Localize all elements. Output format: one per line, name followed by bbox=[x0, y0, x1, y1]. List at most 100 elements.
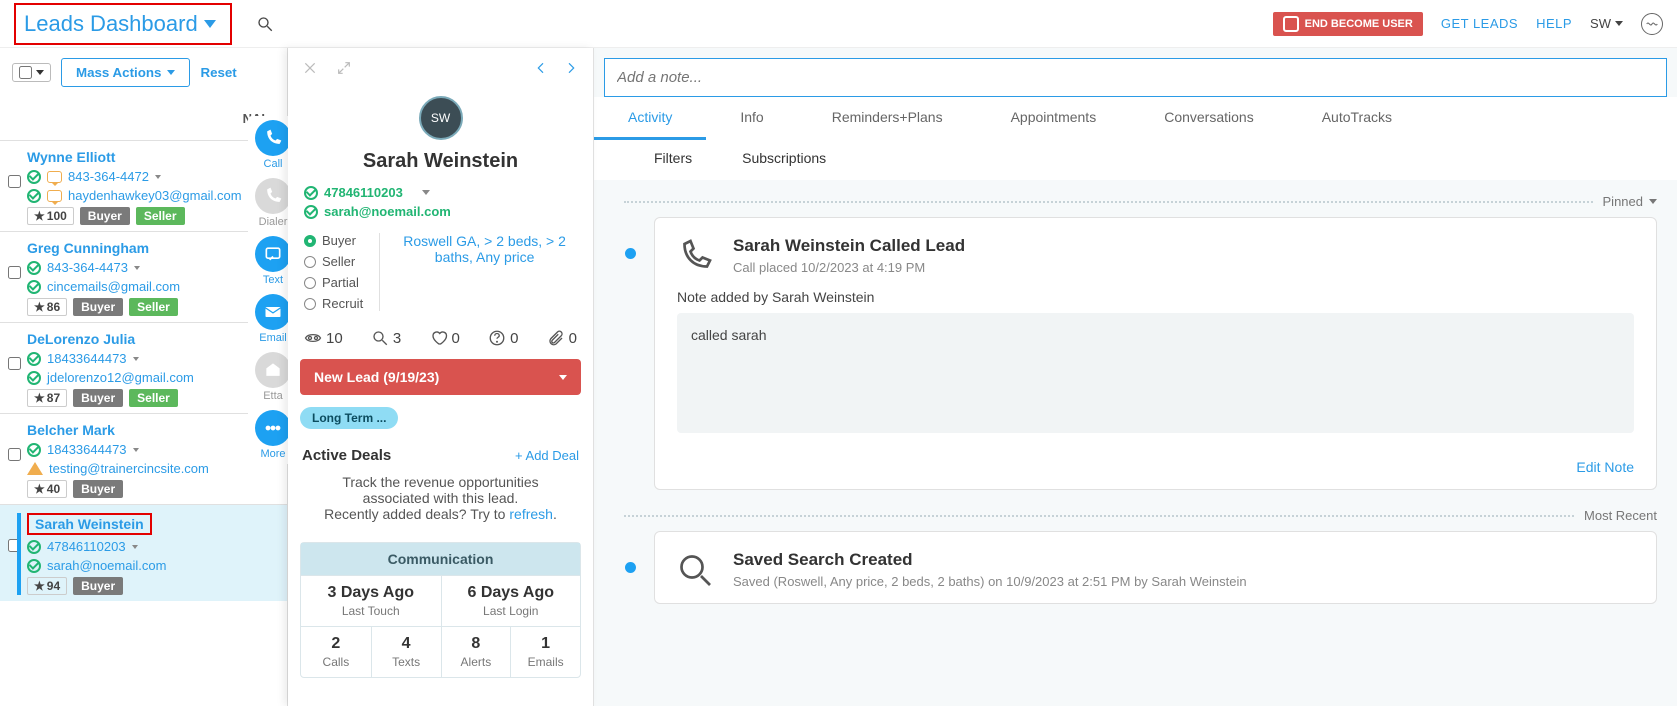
search-criteria[interactable]: Roswell GA, > 2 beds, > 2 baths, Any pri… bbox=[392, 233, 577, 311]
rail-label: Email bbox=[259, 332, 287, 344]
activity-card-title: Saved Search Created bbox=[733, 550, 1247, 570]
dashboard-title-dropdown[interactable]: Leads Dashboard bbox=[14, 3, 232, 45]
tab-conversations[interactable]: Conversations bbox=[1130, 97, 1288, 140]
stat-views[interactable]: 10 bbox=[304, 329, 343, 347]
lead-email[interactable]: testing@trainercincsite.com bbox=[49, 461, 209, 476]
close-icon[interactable] bbox=[302, 60, 318, 76]
edit-note-link[interactable]: Edit Note bbox=[1576, 459, 1634, 475]
select-all-checkbox[interactable] bbox=[19, 66, 32, 79]
tab-activity[interactable]: Activity bbox=[594, 97, 706, 140]
status-indicator-icon[interactable] bbox=[1641, 13, 1663, 35]
chevron-down-icon bbox=[167, 70, 175, 75]
email-icon bbox=[255, 294, 291, 330]
stat-alerts[interactable]: 8Alerts bbox=[441, 626, 511, 677]
lead-row[interactable]: Sarah Weinstein 47846110203 sarah@noemai… bbox=[0, 504, 287, 601]
lead-row[interactable]: Belcher Mark 18433644473 testing@trainer… bbox=[0, 413, 287, 504]
tab-reminders+plans[interactable]: Reminders+Plans bbox=[798, 97, 977, 140]
chevron-down-icon[interactable] bbox=[133, 448, 139, 452]
check-circle-icon bbox=[27, 189, 41, 203]
rail-dialer[interactable]: Dialer bbox=[255, 178, 291, 228]
chevron-down-icon[interactable] bbox=[132, 545, 138, 549]
help-link[interactable]: HELP bbox=[1536, 16, 1572, 31]
lead-status-dropdown[interactable]: New Lead (9/19/23) bbox=[300, 359, 581, 395]
lead-phone[interactable]: 843-364-4473 bbox=[47, 260, 128, 275]
chevron-down-icon[interactable] bbox=[422, 190, 430, 195]
chevron-down-icon[interactable] bbox=[134, 266, 140, 270]
lead-tag-chip[interactable]: Long Term ... bbox=[300, 407, 398, 429]
most-recent-label: Most Recent bbox=[1584, 508, 1657, 523]
tab-info[interactable]: Info bbox=[706, 97, 797, 140]
lead-phone[interactable]: 18433644473 bbox=[47, 442, 127, 457]
lead-name[interactable]: Wynne Elliott bbox=[27, 149, 115, 165]
chevron-down-icon[interactable] bbox=[133, 357, 139, 361]
lead-checkbox[interactable] bbox=[8, 357, 21, 370]
reset-button[interactable]: Reset bbox=[200, 65, 236, 80]
rail-email[interactable]: Email bbox=[255, 294, 291, 344]
add-deal-button[interactable]: + Add Deal bbox=[515, 448, 579, 463]
stat-last-touch[interactable]: 3 Days AgoLast Touch bbox=[301, 575, 441, 626]
check-circle-icon bbox=[304, 205, 318, 219]
lead-checkbox[interactable] bbox=[8, 175, 21, 188]
get-leads-link[interactable]: GET LEADS bbox=[1441, 16, 1518, 31]
type-seller[interactable]: Seller bbox=[304, 254, 363, 269]
stat-favorites[interactable]: 0 bbox=[430, 329, 460, 347]
lead-email[interactable]: sarah@noemail.com bbox=[47, 558, 166, 573]
stat-texts[interactable]: 4Texts bbox=[371, 626, 441, 677]
column-header-name: NAI bbox=[0, 97, 287, 140]
expand-icon[interactable] bbox=[336, 60, 352, 76]
lead-email[interactable]: haydenhawkey03@gmail.com bbox=[68, 188, 242, 203]
type-buyer[interactable]: Buyer bbox=[304, 233, 363, 248]
lead-phone[interactable]: 47846110203 bbox=[47, 539, 126, 554]
type-partial[interactable]: Partial bbox=[304, 275, 363, 290]
mass-actions-button[interactable]: Mass Actions bbox=[61, 58, 190, 87]
lead-phone[interactable]: 843-364-4472 bbox=[68, 169, 149, 184]
stat-attachments[interactable]: 0 bbox=[547, 329, 577, 347]
tab-appointments[interactable]: Appointments bbox=[977, 97, 1131, 140]
stat-searches[interactable]: 3 bbox=[371, 329, 401, 347]
add-note-input[interactable] bbox=[604, 58, 1667, 97]
pinned-label[interactable]: Pinned bbox=[1603, 194, 1657, 209]
lead-name[interactable]: Sarah Weinstein bbox=[35, 516, 144, 532]
stat-last-login[interactable]: 6 Days AgoLast Login bbox=[441, 575, 581, 626]
rail-etta[interactable]: Etta bbox=[255, 352, 291, 402]
lead-name[interactable]: Greg Cunningham bbox=[27, 240, 149, 256]
lead-name[interactable]: DeLorenzo Julia bbox=[27, 331, 135, 347]
user-menu[interactable]: SW bbox=[1590, 16, 1623, 31]
stat-calls[interactable]: 2Calls bbox=[301, 626, 371, 677]
prev-lead-icon[interactable] bbox=[533, 60, 549, 76]
lead-row[interactable]: Wynne Elliott 843-364-4472 haydenhawkey0… bbox=[0, 140, 287, 231]
tag-buyer: Buyer bbox=[73, 298, 123, 316]
next-lead-icon[interactable] bbox=[563, 60, 579, 76]
radio-icon bbox=[304, 256, 316, 268]
refresh-link[interactable]: refresh bbox=[509, 506, 553, 522]
detail-email[interactable]: sarah@noemail.com bbox=[324, 204, 451, 219]
check-circle-icon bbox=[27, 352, 41, 366]
subscriptions-tab[interactable]: Subscriptions bbox=[742, 150, 826, 166]
lead-email[interactable]: cincemails@gmail.com bbox=[47, 279, 180, 294]
lead-name[interactable]: Belcher Mark bbox=[27, 422, 115, 438]
chevron-down-icon[interactable] bbox=[155, 175, 161, 179]
rail-text[interactable]: Text bbox=[255, 236, 291, 286]
activity-card: Saved Search Created Saved (Roswell, Any… bbox=[654, 531, 1657, 604]
lead-score: ★87 bbox=[27, 389, 67, 407]
check-circle-icon bbox=[304, 186, 318, 200]
lead-email[interactable]: jdelorenzo12@gmail.com bbox=[47, 370, 194, 385]
lead-checkbox[interactable] bbox=[8, 266, 21, 279]
detail-phone[interactable]: 47846110203 bbox=[324, 185, 403, 200]
stat-emails[interactable]: 1Emails bbox=[510, 626, 580, 677]
lead-checkbox[interactable] bbox=[8, 448, 21, 461]
lead-row[interactable]: DeLorenzo Julia 18433644473 jdelorenzo12… bbox=[0, 322, 287, 413]
warning-icon bbox=[27, 462, 43, 475]
select-all-dropdown[interactable] bbox=[12, 63, 51, 82]
tab-autotracks[interactable]: AutoTracks bbox=[1288, 97, 1426, 140]
filters-tab[interactable]: Filters bbox=[654, 150, 692, 166]
rail-more[interactable]: More bbox=[255, 410, 291, 460]
search-icon[interactable] bbox=[256, 15, 274, 33]
type-recruit[interactable]: Recruit bbox=[304, 296, 363, 311]
lead-row[interactable]: Greg Cunningham 843-364-4473 cincemails@… bbox=[0, 231, 287, 322]
end-become-user-button[interactable]: END BECOME USER bbox=[1273, 12, 1423, 36]
tag-seller: Seller bbox=[129, 298, 178, 316]
lead-phone[interactable]: 18433644473 bbox=[47, 351, 127, 366]
rail-call[interactable]: Call bbox=[255, 120, 291, 170]
stat-help[interactable]: 0 bbox=[488, 329, 518, 347]
